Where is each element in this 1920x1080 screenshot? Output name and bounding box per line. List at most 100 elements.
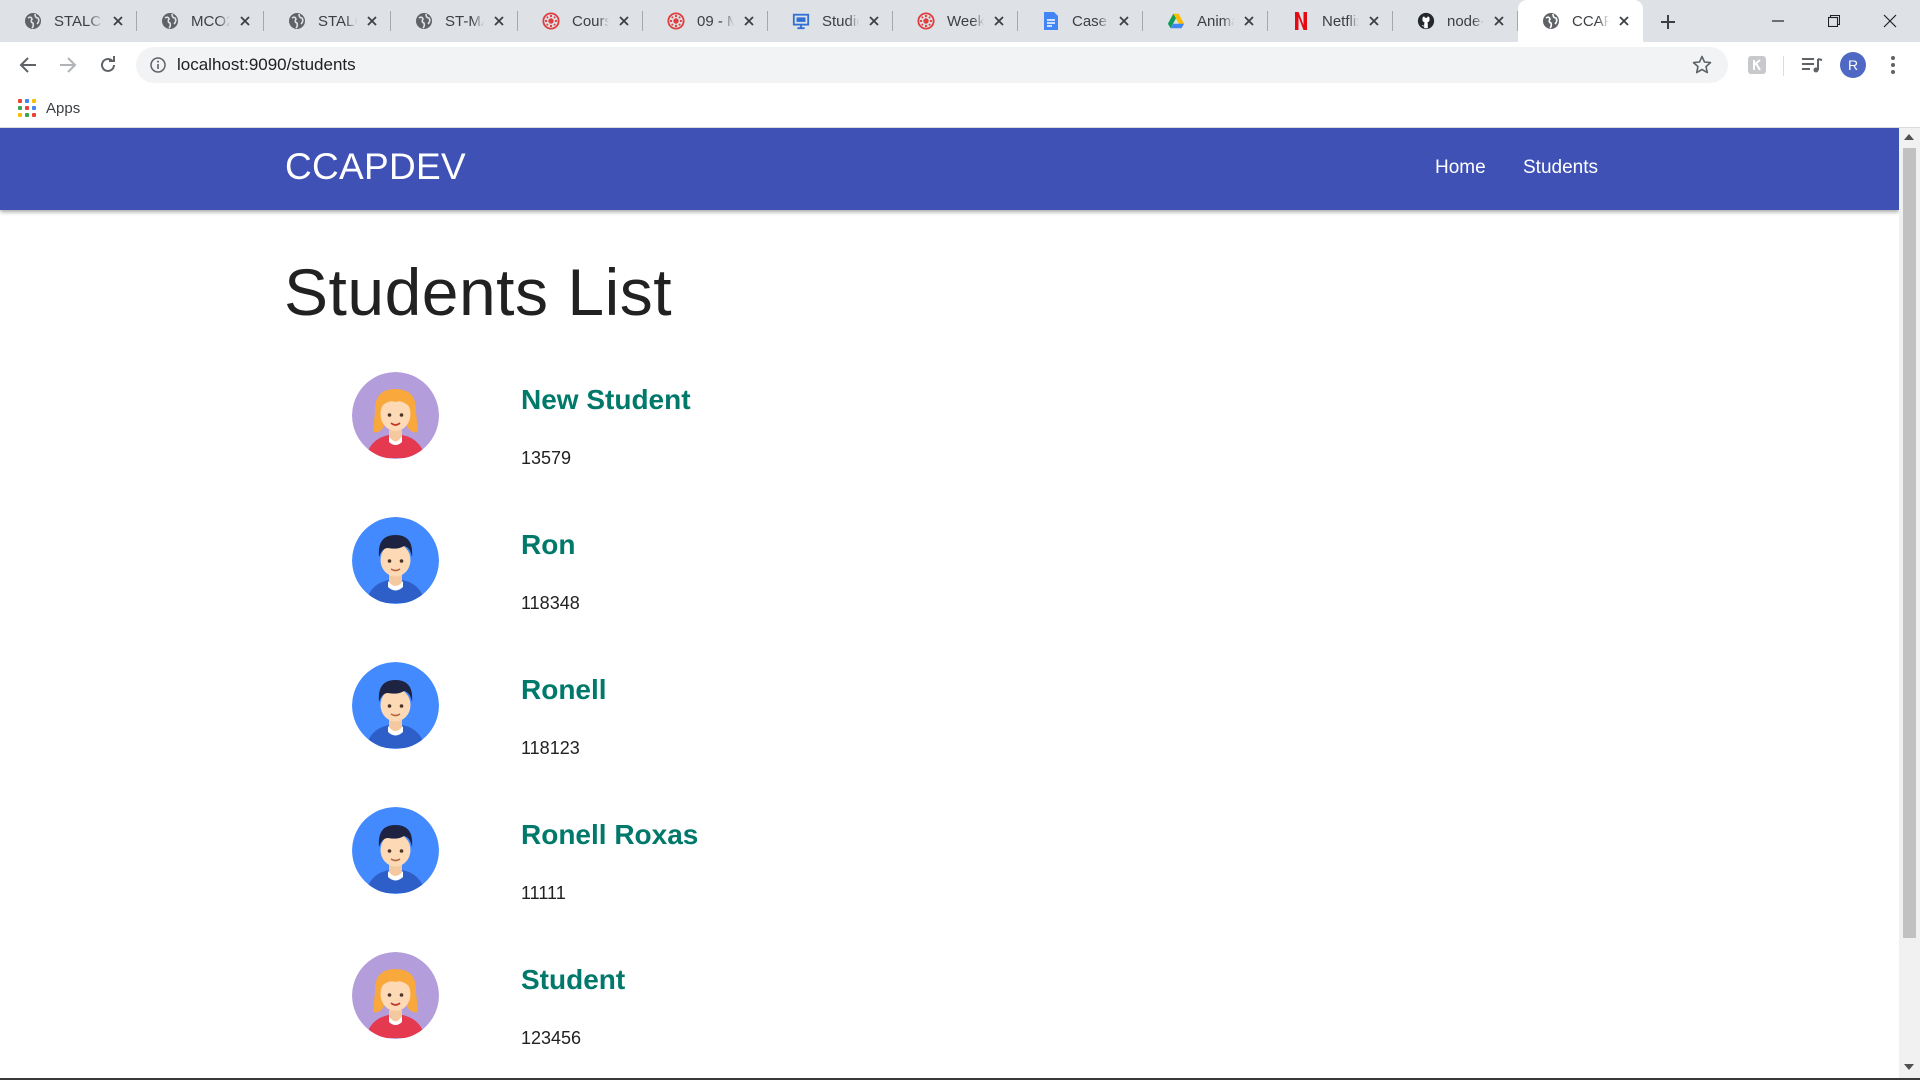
browser-tab[interactable]: ST-MATH	[391, 0, 518, 42]
student-list-item[interactable]: Student 123456	[352, 952, 1252, 1052]
extension-button[interactable]	[1742, 50, 1772, 80]
student-id: 11111	[521, 883, 566, 903]
extension-icon	[1748, 56, 1766, 74]
browser-tab[interactable]: STALCOM	[0, 0, 137, 42]
student-id: 118348	[521, 593, 580, 613]
tab-title: node-mongo	[1447, 12, 1484, 30]
tab-title: Course	[572, 12, 609, 30]
scroll-up-icon[interactable]	[1904, 134, 1914, 140]
tab-title: ST-MATH	[445, 12, 484, 30]
site-navbar: CCAPDEV Home Students	[0, 128, 1899, 210]
studio-icon	[792, 12, 810, 30]
reload-button[interactable]	[93, 50, 123, 80]
close-icon[interactable]	[1490, 12, 1508, 30]
new-tab-button[interactable]	[1654, 8, 1682, 36]
page-title: Students List	[284, 255, 673, 329]
student-name[interactable]: Ronell Roxas	[521, 819, 698, 851]
student-id: 123456	[521, 1028, 582, 1048]
apps-grid-icon	[18, 99, 36, 117]
tab-strip: STALCOM MCO2 STALGCM ST-MATH Course	[0, 0, 1920, 42]
tab-title: 09 - MO	[697, 12, 734, 30]
student-list-item[interactable]: Ronell 118123	[352, 662, 1252, 762]
close-window-button[interactable]	[1862, 0, 1918, 42]
minimize-icon	[1772, 20, 1784, 22]
info-icon[interactable]	[149, 56, 167, 74]
url-text[interactable]: localhost:9090/students	[177, 55, 1690, 75]
globe-icon	[1542, 12, 1560, 30]
tab-title: Animal	[1197, 12, 1234, 30]
browser-tab[interactable]: Netflix	[1268, 0, 1393, 42]
plus-icon	[1661, 15, 1675, 29]
site-brand[interactable]: CCAPDEV	[285, 146, 466, 188]
close-icon[interactable]	[363, 12, 381, 30]
close-icon[interactable]	[490, 12, 508, 30]
close-icon[interactable]	[615, 12, 633, 30]
browser-tab-active[interactable]: CCAPDEV	[1518, 0, 1643, 42]
nav-link-students[interactable]: Students	[1523, 157, 1598, 179]
page-viewport: CCAPDEV Home Students Students List New …	[0, 128, 1899, 1078]
media-control-button[interactable]	[1797, 50, 1827, 80]
restore-icon	[1828, 15, 1840, 27]
close-icon	[1883, 14, 1897, 28]
restore-button[interactable]	[1806, 0, 1862, 42]
back-button[interactable]	[13, 50, 43, 80]
student-list-item[interactable]: New Student 13579	[352, 372, 1252, 472]
male-avatar-icon	[352, 662, 439, 749]
close-icon[interactable]	[990, 12, 1008, 30]
student-id: 118123	[521, 738, 580, 758]
male-avatar-icon	[352, 517, 439, 604]
student-list-item[interactable]: Ron 118348	[352, 517, 1252, 617]
tab-title: Studio	[822, 12, 859, 30]
tab-title: STALGCM	[318, 12, 357, 30]
close-icon[interactable]	[865, 12, 883, 30]
student-id: 13579	[521, 448, 572, 468]
close-icon[interactable]	[1115, 12, 1133, 30]
more-vert-icon	[1891, 56, 1895, 74]
student-name[interactable]: Ron	[521, 529, 575, 561]
globe-icon	[288, 12, 306, 30]
browser-tab[interactable]: Case Study	[1018, 0, 1143, 42]
menu-button[interactable]	[1878, 50, 1908, 80]
nav-link-home[interactable]: Home	[1435, 157, 1486, 179]
canvas-icon	[917, 12, 935, 30]
reload-icon	[101, 56, 115, 72]
address-bar[interactable]: localhost:9090/students	[136, 47, 1728, 83]
apps-shortcut[interactable]: Apps	[18, 97, 80, 119]
close-icon[interactable]	[740, 12, 758, 30]
globe-icon	[24, 12, 42, 30]
browser-tab[interactable]: MCO2	[137, 0, 264, 42]
student-name[interactable]: Student	[521, 964, 625, 996]
browser-tab[interactable]: Course	[518, 0, 643, 42]
scrollbar-thumb[interactable]	[1903, 148, 1916, 938]
drive-icon	[1167, 12, 1185, 30]
female-avatar-icon	[352, 372, 439, 459]
browser-toolbar: localhost:9090/students R	[0, 42, 1920, 88]
profile-button[interactable]: R	[1838, 50, 1868, 80]
male-avatar-icon	[352, 807, 439, 894]
avatar: R	[1840, 52, 1866, 78]
close-icon[interactable]	[1365, 12, 1383, 30]
browser-tab[interactable]: Studio	[768, 0, 893, 42]
browser-tab[interactable]: 09 - MO	[643, 0, 768, 42]
student-name[interactable]: Ronell	[521, 674, 607, 706]
close-icon[interactable]	[109, 12, 127, 30]
close-icon[interactable]	[236, 12, 254, 30]
tab-title: Netflix	[1322, 12, 1359, 30]
page-scrollbar[interactable]	[1899, 128, 1920, 1078]
student-list-item[interactable]: Ronell Roxas 11111	[352, 807, 1252, 907]
browser-tab[interactable]: node-mongo	[1393, 0, 1518, 42]
forward-button[interactable]	[53, 50, 83, 80]
scroll-down-icon[interactable]	[1904, 1064, 1914, 1070]
female-avatar-icon	[352, 952, 439, 1039]
back-arrow-icon	[19, 57, 36, 73]
bookmark-star-icon[interactable]	[1690, 53, 1714, 77]
close-icon[interactable]	[1615, 12, 1633, 30]
minimize-button[interactable]	[1750, 0, 1806, 42]
close-icon[interactable]	[1240, 12, 1258, 30]
netflix-icon	[1292, 12, 1310, 30]
browser-tab[interactable]: STALGCM	[264, 0, 391, 42]
github-icon	[1417, 12, 1435, 30]
student-name[interactable]: New Student	[521, 384, 691, 416]
browser-tab[interactable]: Animal	[1143, 0, 1268, 42]
browser-tab[interactable]: Week 1	[893, 0, 1018, 42]
